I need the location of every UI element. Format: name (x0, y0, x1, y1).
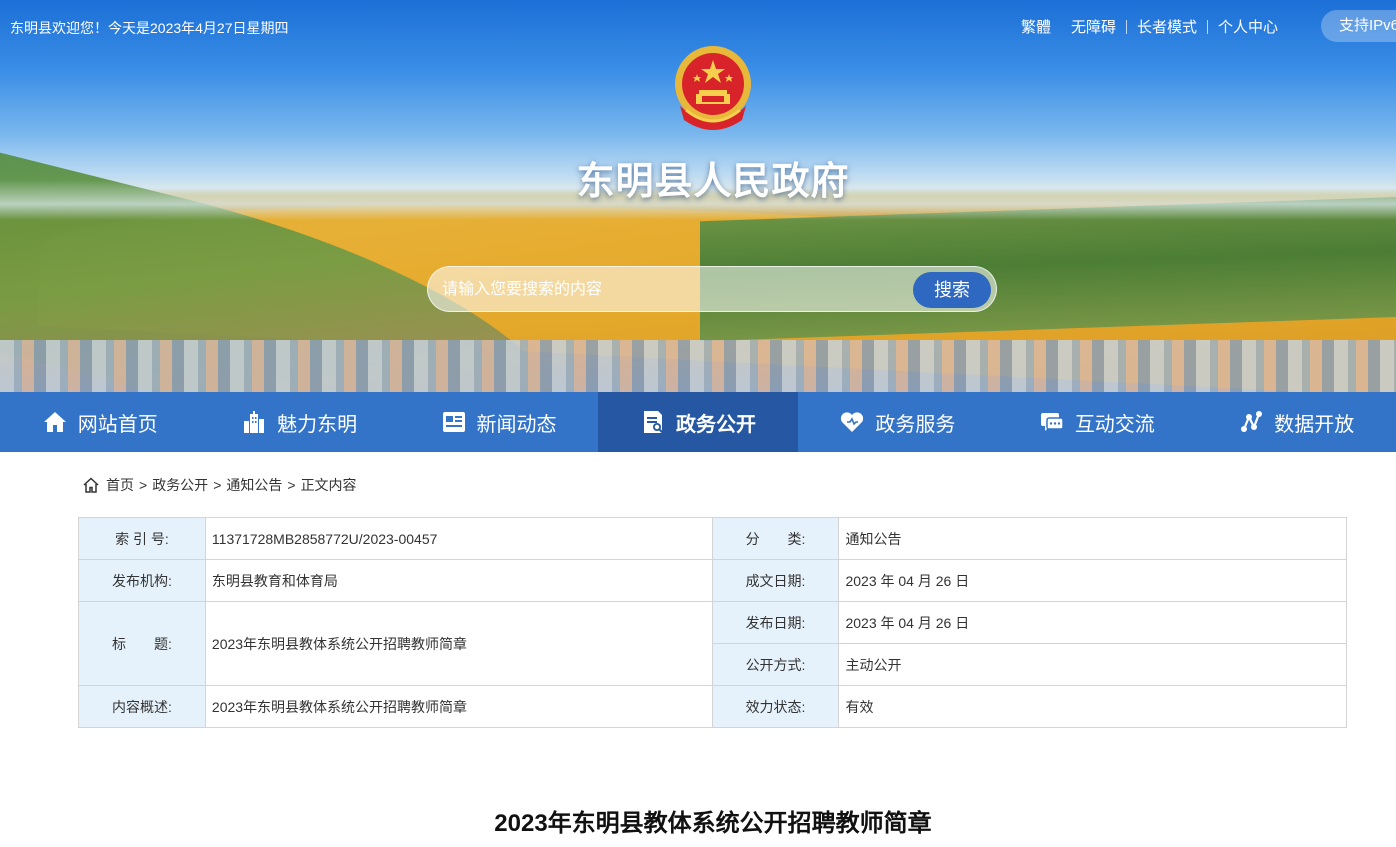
divider (1206, 19, 1208, 34)
nav-label: 网站首页 (77, 413, 158, 436)
home-icon (42, 409, 68, 435)
main-nav: 网站首页 魅力东明 新闻动态 政务公开 政务服务 互动交流 数据开放 (0, 392, 1396, 452)
table-row: 发布机构: 东明县教育和体育局 成文日期: 2023 年 04 月 26 日 (78, 559, 1347, 602)
breadcrumb: 首页 > 政务公开 > 通知公告 > 正文内容 (82, 475, 357, 495)
home-icon (83, 477, 99, 493)
status-label: 效力状态: (711, 685, 840, 728)
publish-date-value: 2023 年 04 月 26 日 (838, 601, 1347, 644)
news-icon (441, 409, 467, 435)
index-label: 索 引 号: (78, 517, 206, 560)
breadcrumb-separator: > (139, 477, 148, 493)
breadcrumb-notices[interactable]: 通知公告 (226, 475, 282, 495)
welcome-text: 东明县欢迎您！今天是2023年4月27日星期四 (10, 20, 289, 36)
nav-label: 魅力东明 (277, 413, 358, 436)
title-label: 标 题: (78, 601, 206, 686)
table-row: 内容概述: 2023年东明县教体系统公开招聘教师简章 效力状态: 有效 (78, 685, 1347, 728)
data-share-icon (1238, 409, 1264, 435)
status-value: 有效 (838, 685, 1347, 728)
article-title: 2023年东明县教体系统公开招聘教师简章 (494, 810, 932, 837)
nav-item-interaction[interactable]: 互动交流 (997, 392, 1196, 452)
header-banner: 东明县欢迎您！今天是2023年4月27日星期四 繁體 无障碍 长者模式 个人中心… (0, 0, 1396, 392)
category-label: 分 类: (711, 517, 840, 560)
search-input[interactable] (442, 275, 902, 305)
breadcrumb-home[interactable]: 首页 (106, 475, 134, 495)
written-date-label: 成文日期: (711, 559, 840, 602)
nav-label: 政务公开 (675, 413, 756, 436)
table-row: 标 题: 2023年东明县教体系统公开招聘教师简章 发布日期: 2023 年 0… (78, 601, 1347, 686)
divider (1125, 19, 1127, 34)
accessibility-link[interactable]: 无障碍 (1071, 16, 1116, 37)
national-emblem-icon (675, 46, 751, 130)
nav-item-gov-services[interactable]: 政务服务 (798, 392, 997, 452)
nav-label: 数据开放 (1274, 413, 1355, 436)
nav-item-news[interactable]: 新闻动态 (399, 392, 598, 452)
traditional-chinese-link[interactable]: 繁體 (1021, 16, 1051, 37)
document-icon (640, 409, 666, 435)
nav-label: 新闻动态 (476, 413, 557, 436)
banner-town (0, 340, 1396, 392)
breadcrumb-separator: > (287, 477, 296, 493)
summary-label: 内容概述: (78, 685, 206, 728)
title-value: 2023年东明县教体系统公开招聘教师简章 (204, 601, 713, 686)
top-links: 繁體 无障碍 长者模式 个人中心 (1021, 16, 1278, 37)
publisher-label: 发布机构: (78, 559, 206, 602)
breadcrumb-current: 正文内容 (300, 477, 357, 493)
nav-label: 互动交流 (1074, 413, 1155, 436)
disclosure-label: 公开方式: (711, 643, 840, 686)
ipv6-badge: 支持IPv6 (1321, 10, 1396, 42)
nav-label: 政务服务 (875, 413, 956, 436)
chat-icon (1039, 409, 1065, 435)
table-row: 索 引 号: 11371728MB2858772U/2023-00457 分 类… (78, 517, 1347, 560)
summary-value: 2023年东明县教体系统公开招聘教师简章 (204, 685, 713, 728)
nav-item-home[interactable]: 网站首页 (0, 392, 199, 452)
nav-item-open-data[interactable]: 数据开放 (1197, 392, 1396, 452)
breadcrumb-separator: > (213, 477, 222, 493)
index-value: 11371728MB2858772U/2023-00457 (204, 517, 713, 560)
city-icon (241, 409, 267, 435)
nav-item-charm[interactable]: 魅力东明 (199, 392, 398, 452)
category-value: 通知公告 (838, 517, 1347, 560)
breadcrumb-gov-affairs[interactable]: 政务公开 (152, 475, 208, 495)
heart-icon (839, 409, 865, 435)
search-button[interactable]: 搜索 (913, 272, 991, 308)
site-title: 东明县人民政府 (576, 161, 850, 203)
user-center-link[interactable]: 个人中心 (1218, 16, 1278, 37)
document-info-table: 索 引 号: 11371728MB2858772U/2023-00457 分 类… (78, 517, 1347, 728)
elder-mode-link[interactable]: 长者模式 (1137, 16, 1197, 37)
search-box: 搜索 (427, 266, 997, 312)
written-date-value: 2023 年 04 月 26 日 (838, 559, 1347, 602)
disclosure-value: 主动公开 (838, 643, 1347, 686)
publish-date-label: 发布日期: (711, 601, 840, 644)
publisher-value: 东明县教育和体育局 (204, 559, 713, 602)
nav-item-gov-affairs[interactable]: 政务公开 (598, 392, 798, 452)
